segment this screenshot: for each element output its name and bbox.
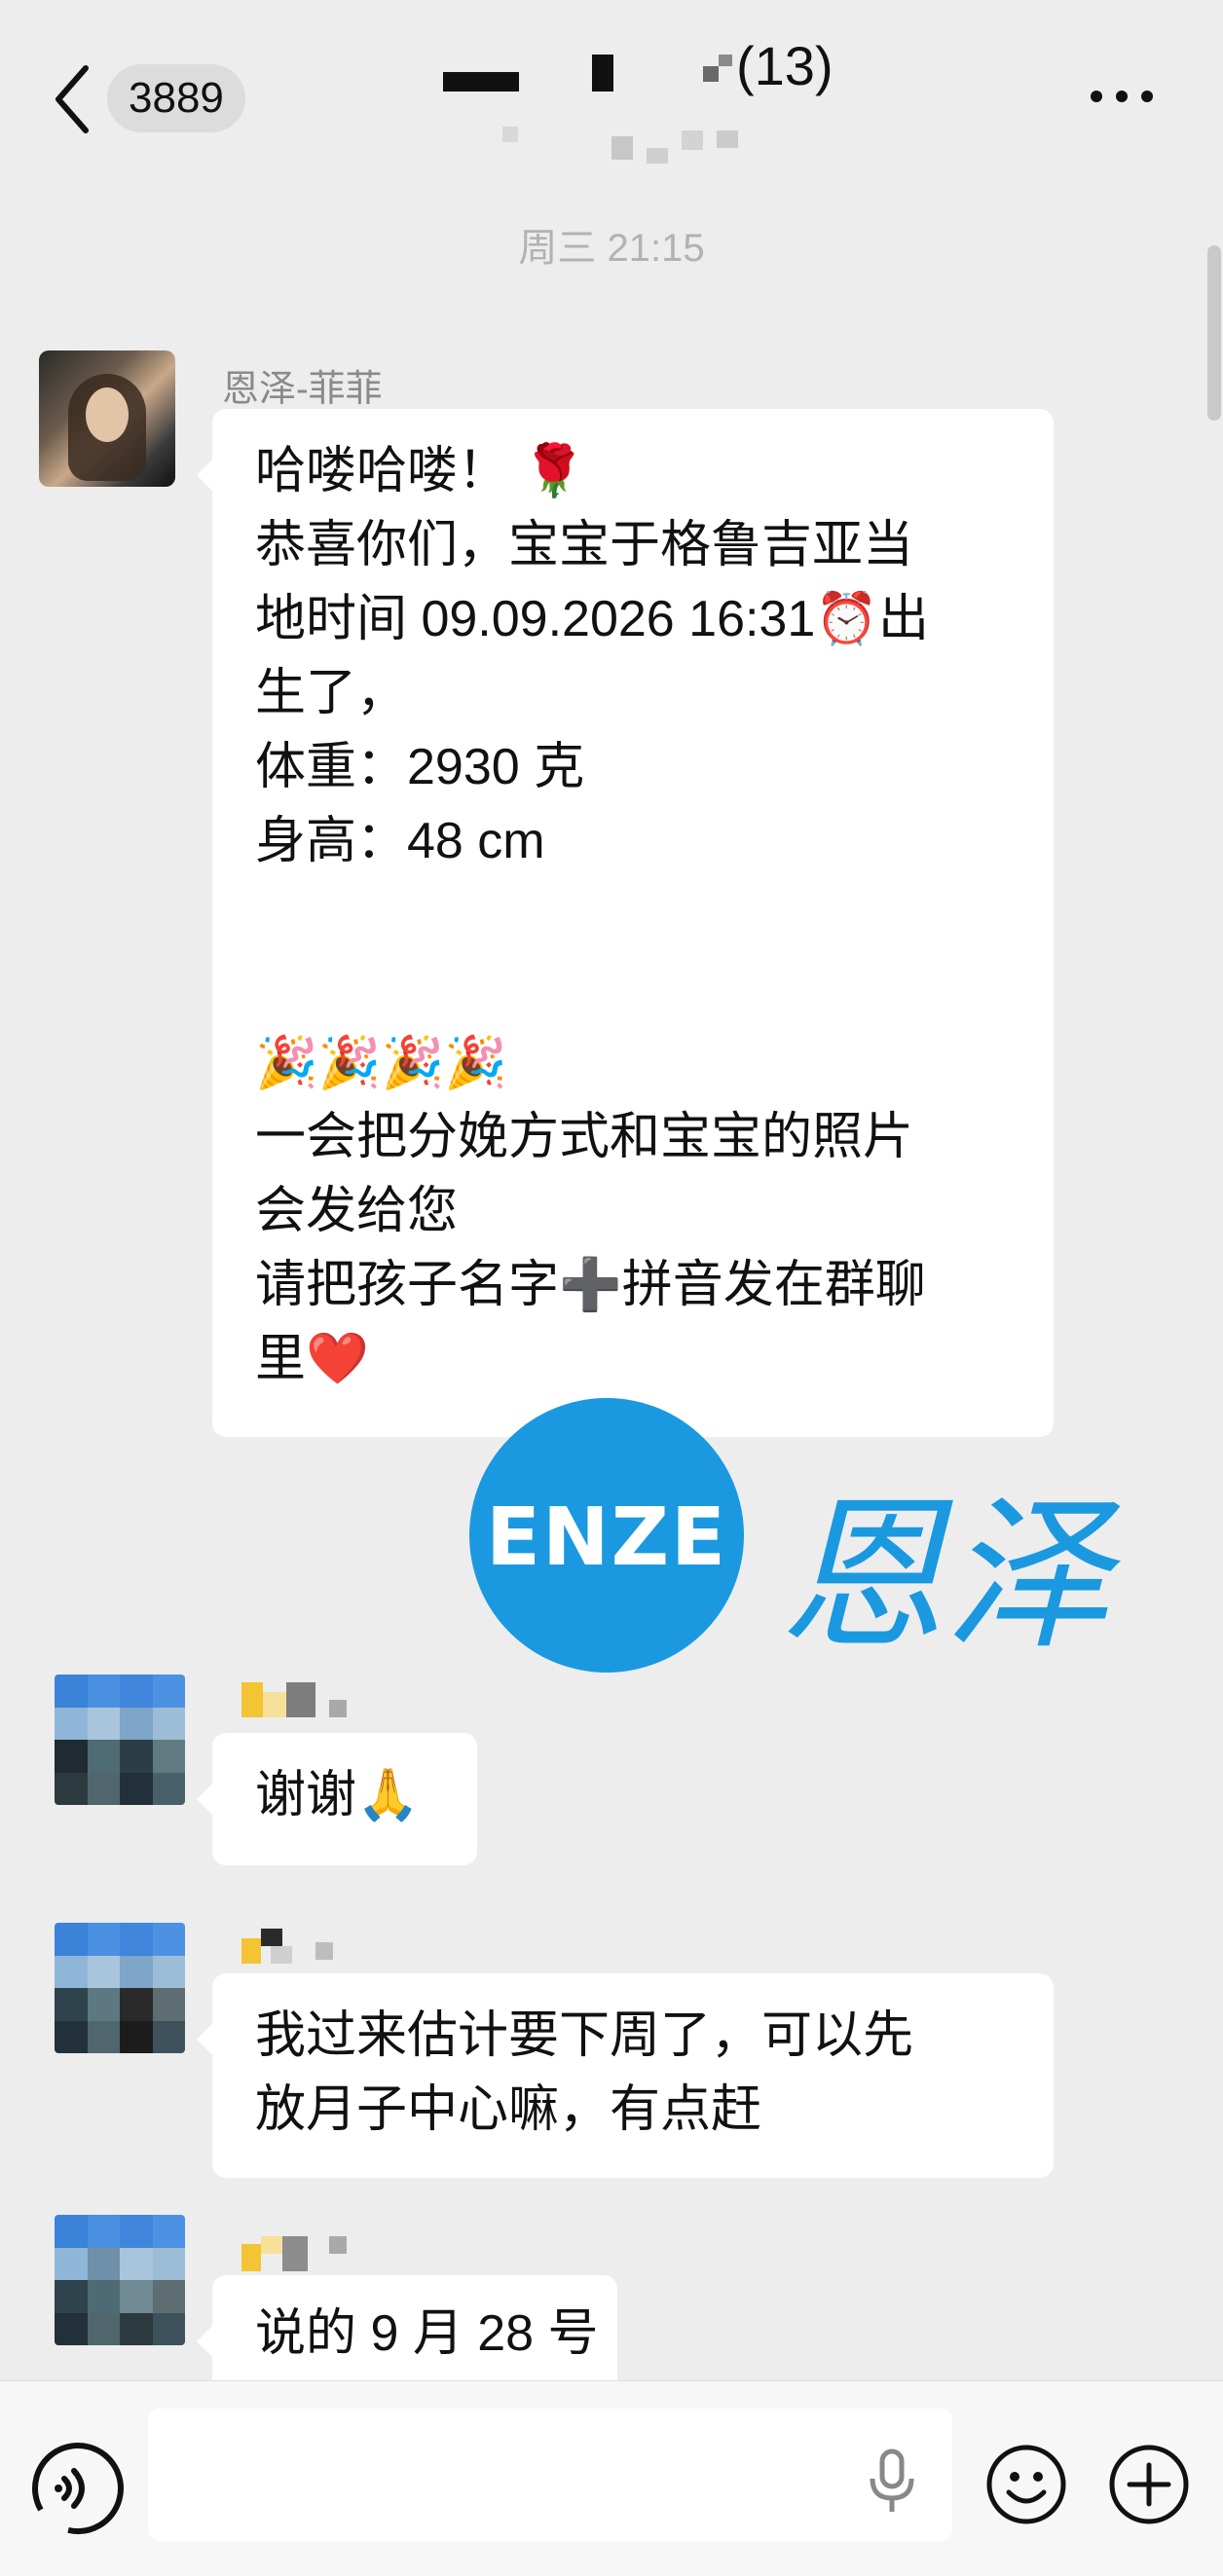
message-line: 生了， <box>255 665 408 721</box>
message-line <box>255 878 1011 952</box>
message-bubble[interactable]: 谢谢🙏 <box>197 1733 477 1865</box>
sender-name-redacted <box>241 1929 378 1964</box>
enze-brand-text: 恩泽 <box>779 1480 1111 1673</box>
message-line: 请把孩子名字➕拼音发在群聊 <box>255 1257 926 1313</box>
voice-mode-icon[interactable] <box>29 2440 127 2537</box>
message-bubble[interactable]: 说的 9 月 28 号 <box>197 2275 617 2392</box>
message-line: 体重：2930 克 <box>255 739 585 795</box>
message-line: 里❤️ <box>255 1331 369 1387</box>
emoji-icon[interactable] <box>985 2444 1067 2525</box>
title-redacted-block <box>703 66 719 82</box>
message-line <box>255 952 1011 1026</box>
chat-header: 3889 (13) <box>0 0 1223 195</box>
avatar[interactable] <box>55 1923 185 2053</box>
sender-name-redacted <box>241 1682 378 1717</box>
title-redacted-block <box>443 72 519 92</box>
message-line: 一会把分娩方式和宝宝的照片 <box>255 1109 914 1165</box>
message-bubble[interactable]: 我过来估计要下周了，可以先 放月子中心嘛，有点赶 <box>197 1973 1054 2178</box>
message-line: 我过来估计要下周了，可以先 <box>255 2007 914 2064</box>
message-line: 谢谢🙏 <box>255 1767 420 1823</box>
microphone-icon[interactable] <box>863 2447 921 2516</box>
message-line: 地时间 09.09.2026 16:31⏰出 <box>255 591 930 647</box>
unread-count-badge[interactable]: 3889 <box>107 64 245 132</box>
enze-logo: ENZE <box>469 1398 744 1673</box>
group-member-count: (13) <box>736 35 834 96</box>
message-line: 🎉🎉🎉🎉 <box>255 1034 507 1092</box>
chat-message-list[interactable]: 周三 21:15 恩泽-菲菲 哈喽哈喽！ 🌹 恭喜你们，宝宝于格鲁吉亚当 地时间… <box>0 195 1223 2392</box>
message-text-input[interactable] <box>148 2409 952 2541</box>
message-line: 说的 9 月 28 号 <box>255 2305 599 2362</box>
message-line: 哈喽哈喽！ 🌹 <box>255 443 586 499</box>
avatar[interactable] <box>55 2215 185 2345</box>
message-line: 身高：48 cm <box>255 813 545 869</box>
sender-name: 恩泽-菲菲 <box>222 369 383 410</box>
message-line: 会发给您 <box>255 1183 459 1239</box>
title-redacted-block <box>592 55 613 92</box>
sender-name-redacted <box>241 2236 378 2271</box>
message-timestamp: 周三 21:15 <box>518 227 705 270</box>
message-line: 放月子中心嘛，有点赶 <box>255 2081 762 2138</box>
back-arrow-icon[interactable] <box>49 60 97 138</box>
message-line: 恭喜你们，宝宝于格鲁吉亚当 <box>255 517 914 573</box>
message-input-bar <box>0 2380 1223 2576</box>
scrollbar[interactable] <box>1207 245 1221 421</box>
avatar[interactable] <box>39 350 175 487</box>
more-options-icon[interactable] <box>1091 90 1168 113</box>
message-bubble[interactable]: 哈喽哈喽！ 🌹 恭喜你们，宝宝于格鲁吉亚当 地时间 09.09.2026 16:… <box>197 409 1054 1437</box>
avatar[interactable] <box>55 1674 185 1805</box>
add-attachment-icon[interactable] <box>1108 2444 1190 2525</box>
title-redacted-block <box>719 55 732 66</box>
